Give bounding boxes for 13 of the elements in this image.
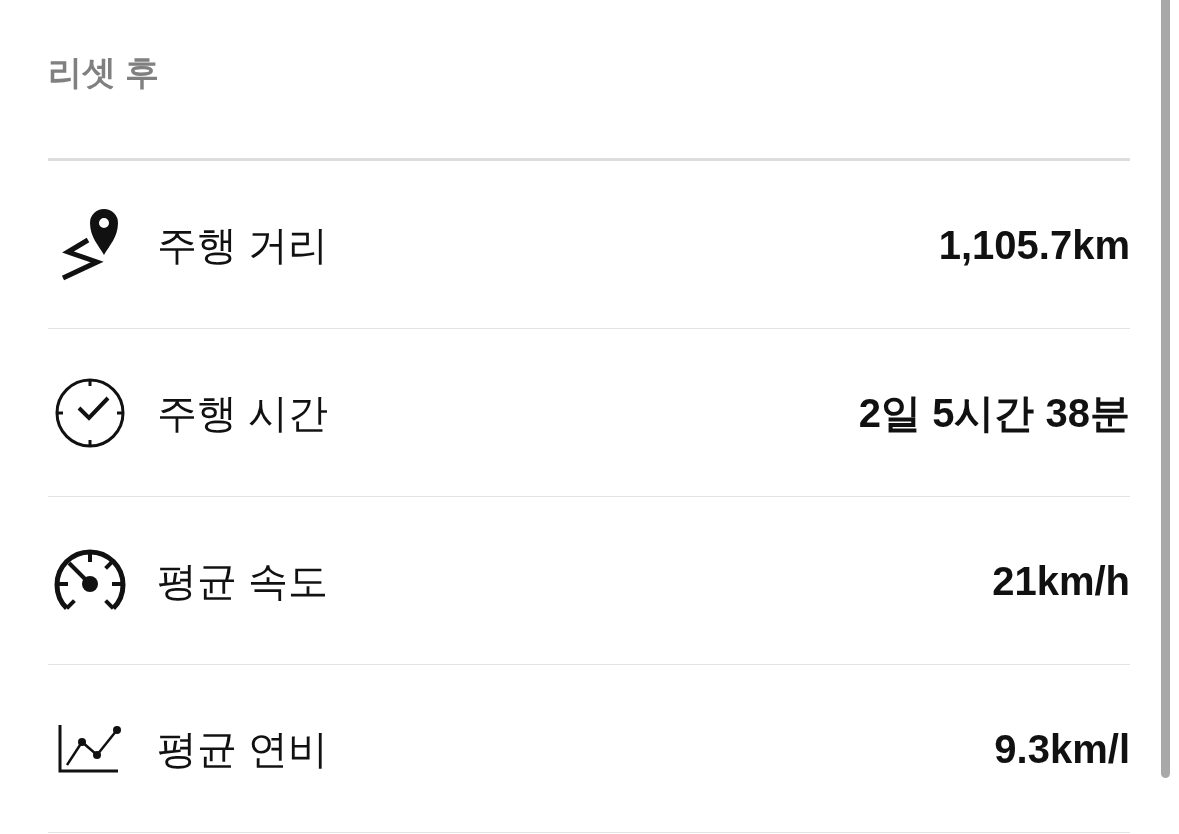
stat-label: 평균 속도 xyxy=(157,557,329,605)
line-chart-icon xyxy=(58,724,122,773)
stat-value: 2일 5시간 38분 xyxy=(858,389,1130,437)
stat-label: 평균 연비 xyxy=(157,725,329,773)
route-pin-icon xyxy=(60,208,120,281)
scrollbar[interactable] xyxy=(1161,0,1170,778)
stat-value: 21km/h xyxy=(992,557,1130,605)
stat-label: 주행 시간 xyxy=(157,389,329,437)
stat-value: 1,105.7km xyxy=(938,221,1130,269)
stat-label: 주행 거리 xyxy=(157,221,329,269)
clock-icon xyxy=(55,377,125,448)
stat-value: 9.3km/l xyxy=(994,725,1130,773)
section-title: 리셋 후 xyxy=(48,52,160,93)
